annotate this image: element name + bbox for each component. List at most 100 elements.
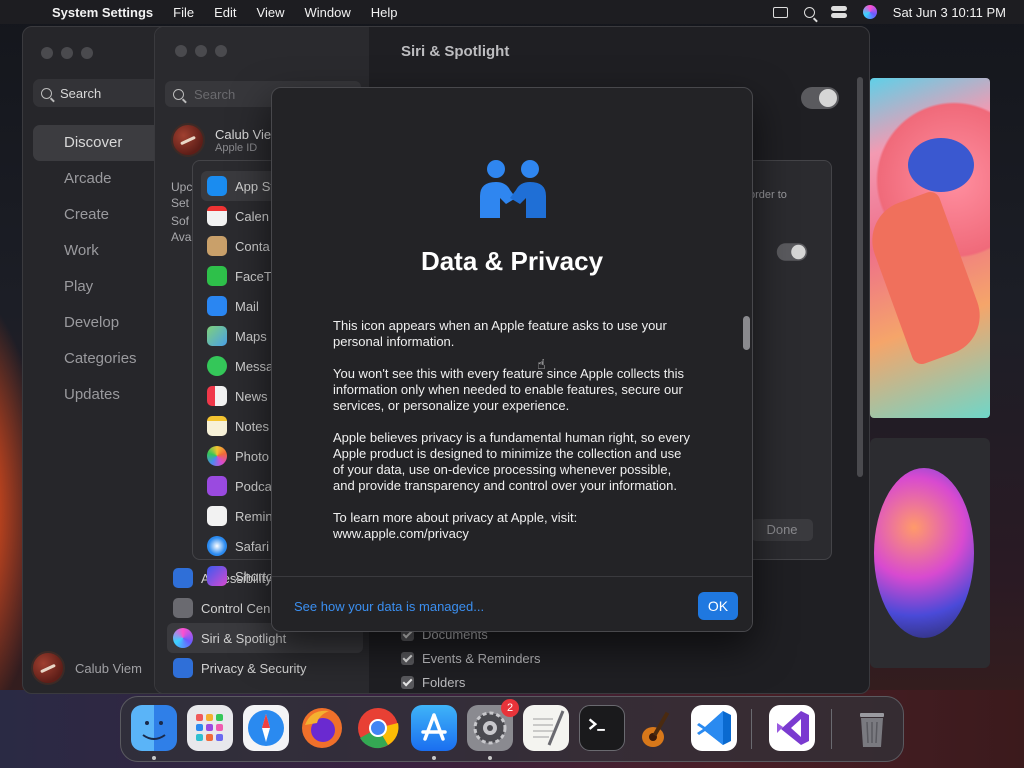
apple-id-label: Apple ID [215,141,258,154]
nav-develop[interactable]: Develop [33,305,173,341]
control-center-icon[interactable] [830,6,847,18]
textedit-icon[interactable] [523,705,569,751]
dock-separator [831,709,832,749]
artwork-figure [870,189,990,367]
menu-edit[interactable]: Edit [204,5,246,20]
photos-icon [207,446,227,466]
checkbox[interactable] [401,676,414,689]
menu-help[interactable]: Help [361,5,408,20]
menu-file[interactable]: File [163,5,204,20]
settings-search-placeholder: Search [194,86,236,102]
dock-separator [751,709,752,749]
maps-icon [207,326,227,346]
avatar [171,123,205,157]
accessibility-icon [173,568,193,588]
safari-icon[interactable] [243,705,289,751]
menu-clock[interactable]: Sat Jun 3 10:11 PM [893,5,1006,20]
dialog-scrollbar[interactable] [743,316,750,350]
close-button[interactable] [41,47,53,59]
appstore-user-name: Calub Viem [75,660,142,676]
page-title: Siri & Spotlight [401,43,510,60]
chrome-icon[interactable] [355,705,401,751]
sheet-toggle[interactable] [776,243,808,261]
nav-create[interactable]: Create [33,197,173,233]
content-scrollbar[interactable] [857,77,863,477]
spotlight-search-icon[interactable] [803,6,815,18]
featured-artwork[interactable] [870,78,990,418]
zoom-button[interactable] [215,45,227,57]
nav-updates[interactable]: Updates [33,377,173,413]
data-managed-link[interactable]: See how your data is managed... [294,599,484,614]
siri-toggle[interactable] [801,87,839,109]
menu-window[interactable]: Window [294,5,360,20]
running-indicator [152,756,156,760]
checkbox[interactable] [401,652,414,665]
dialog-paragraph: Apple believes privacy is a fundamental … [333,430,690,493]
ok-button[interactable]: OK [698,592,738,620]
check-events-reminders[interactable]: Events & Reminders [401,651,541,666]
software-update-snippet[interactable]: Upc Set Sof Ava [171,179,192,245]
search-icon [173,88,184,100]
contacts-icon [207,236,227,256]
done-button[interactable]: Done [751,519,813,541]
news-icon [207,386,227,406]
nav-play[interactable]: Play [33,269,173,305]
appstore-account[interactable]: Calub Viem [31,651,142,685]
menu-view[interactable]: View [247,5,295,20]
app-store-icon[interactable] [411,705,457,751]
firefox-icon[interactable] [299,705,345,751]
menu-bar: System Settings File Edit View Window He… [0,0,1024,24]
close-button[interactable] [175,45,187,57]
screen-mirroring-icon[interactable] [772,6,788,18]
visual-studio-icon[interactable] [769,705,815,751]
app-store-icon [207,176,227,196]
running-indicator [488,756,492,760]
minimize-button[interactable] [195,45,207,57]
system-settings-icon[interactable]: 2 [467,699,519,751]
mail-icon [207,296,227,316]
artwork-planet [874,468,974,638]
dialog-paragraph: To learn more about privacy at Apple, vi… [333,510,578,541]
nav-categories[interactable]: Categories [33,341,173,377]
data-privacy-dialog: Data & Privacy This icon appears when an… [271,87,753,632]
pointer-cursor-icon: ☝ [537,356,546,372]
dialog-body: This icon appears when an Apple feature … [333,318,693,558]
sidebar-item-privacy-security[interactable]: Privacy & Security [167,653,363,683]
window-controls[interactable] [41,47,93,59]
terminal-icon[interactable] [579,705,625,751]
dialog-paragraph: You won't see this with every feature si… [333,366,685,413]
launchpad-icon[interactable] [187,705,233,751]
notification-badge: 2 [501,699,519,717]
featured-artwork-2[interactable] [870,438,990,668]
menu-app-name[interactable]: System Settings [38,5,163,20]
vscode-icon[interactable] [691,705,737,751]
nav-discover[interactable]: Discover [33,125,173,161]
running-indicator [432,756,436,760]
dock: 2 [120,696,904,762]
apple-id-row[interactable]: Calub Vie Apple ID [171,123,271,157]
check-folders[interactable]: Folders [401,675,465,690]
siri-icon[interactable] [862,5,877,19]
nav-work[interactable]: Work [33,233,173,269]
finder-icon[interactable] [131,705,177,751]
hand-icon [173,658,193,678]
trash-icon[interactable] [849,705,895,751]
notes-icon [207,416,227,436]
dialog-paragraph: This icon appears when an Apple feature … [333,318,667,349]
nav-arcade[interactable]: Arcade [33,161,173,197]
apple-id-name: Calub Vie [215,126,272,142]
appstore-search-field[interactable]: Search [33,79,173,107]
garageband-icon[interactable] [635,705,681,751]
reminders-icon [207,506,227,526]
messages-icon [207,356,227,376]
zoom-button[interactable] [81,47,93,59]
search-icon [41,87,52,99]
privacy-handshake-icon [480,160,546,218]
window-controls[interactable] [175,45,227,57]
avatar [31,651,65,685]
appstore-search-label: Search [60,85,102,101]
minimize-button[interactable] [61,47,73,59]
dialog-footer: See how your data is managed... OK [272,576,752,631]
control-center-icon [173,598,193,618]
artwork-hair [908,138,974,192]
